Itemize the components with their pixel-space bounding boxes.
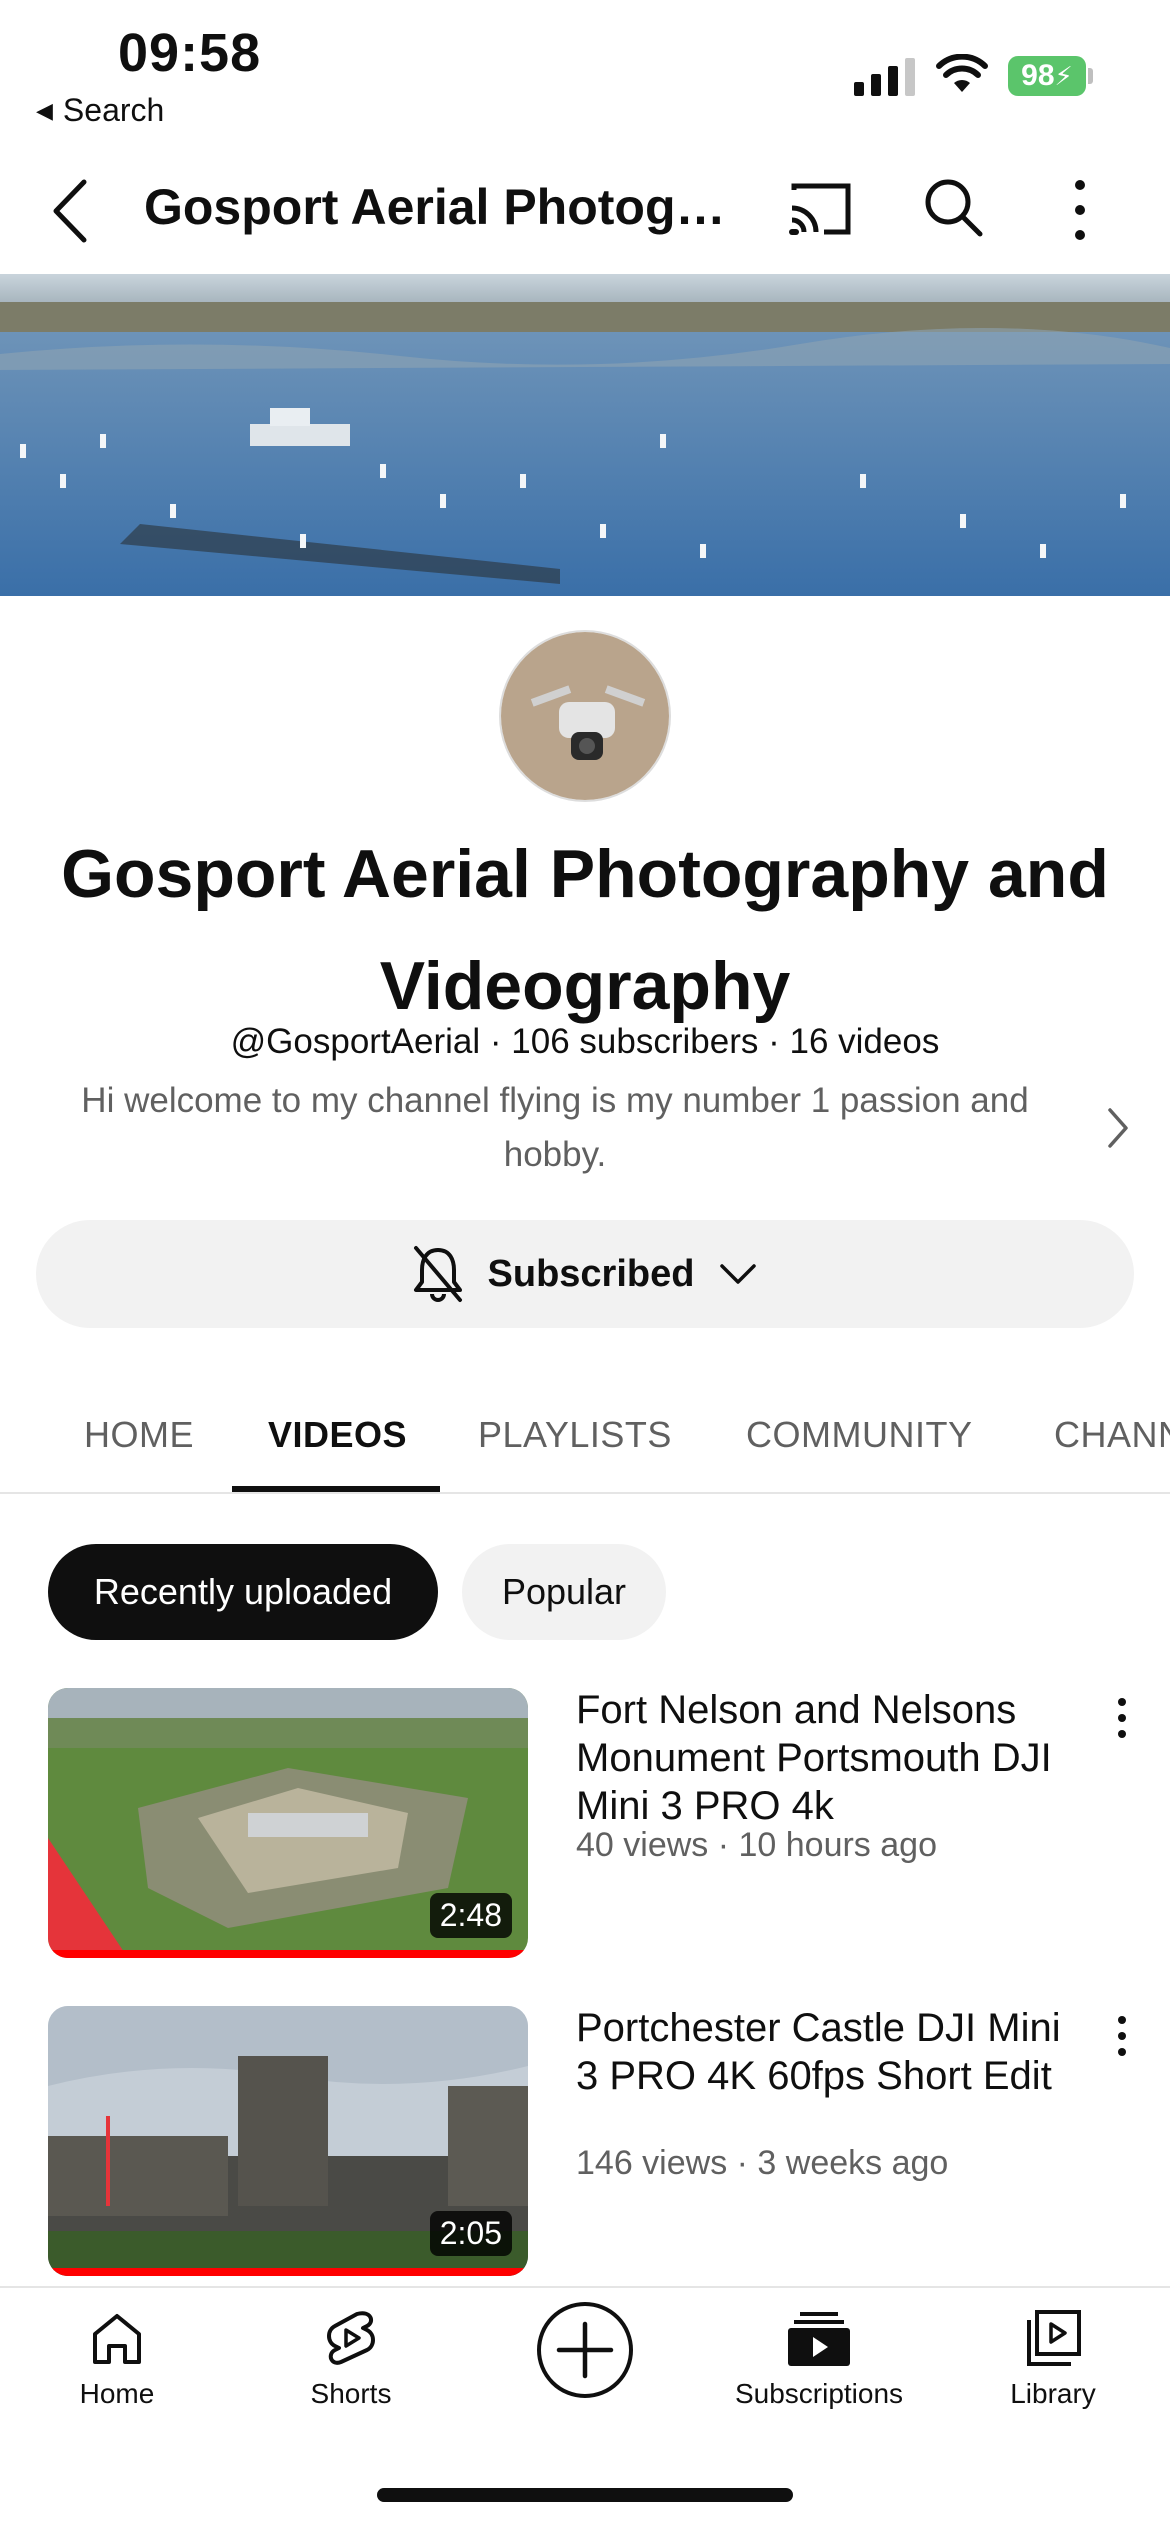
channel-avatar[interactable] <box>499 630 671 802</box>
shorts-icon <box>327 2311 375 2365</box>
video-more-options-icon[interactable] <box>1112 2016 1132 2056</box>
search-icon[interactable] <box>922 176 986 240</box>
banner-image <box>0 274 1170 596</box>
nav-home-label: Home <box>79 2378 155 2409</box>
tab-playlists[interactable]: PLAYLISTS <box>478 1414 672 1456</box>
cellular-signal-icon <box>854 56 915 96</box>
nav-create[interactable] <box>468 2300 702 2400</box>
active-tab-indicator <box>232 1486 440 1492</box>
watch-progress-bar <box>48 2268 528 2276</box>
nav-subscriptions[interactable]: Subscriptions <box>702 2308 936 2410</box>
home-indicator[interactable] <box>377 2488 793 2502</box>
channel-description[interactable]: Hi welcome to my channel flying is my nu… <box>30 1074 1080 1182</box>
tab-channels[interactable]: CHANNELS <box>1054 1414 1170 1456</box>
video-title[interactable]: Fort Nelson and Nelsons Monument Portsmo… <box>576 1686 1076 1830</box>
watch-progress-bar <box>48 1950 528 1958</box>
subscriber-count: 106 subscribers <box>511 1022 759 1061</box>
subscriptions-icon <box>788 2312 850 2366</box>
channel-banner <box>0 274 1170 596</box>
subscribed-label: Subscribed <box>487 1252 695 1295</box>
home-icon <box>93 2314 141 2364</box>
header-title: Gosport Aerial Photogra... <box>144 179 744 235</box>
video-thumbnail[interactable]: 2:05 <box>48 2006 528 2276</box>
channel-meta: @GosportAerial · 106 subscribers · 16 vi… <box>0 1022 1170 1062</box>
video-list-item[interactable]: 2:48 Fort Nelson and Nelsons Monument Po… <box>0 1688 1170 1958</box>
video-duration: 2:48 <box>429 1893 512 1938</box>
subscribed-button[interactable]: Subscribed <box>36 1220 1134 1328</box>
back-triangle-icon: ◀ <box>36 97 53 123</box>
nav-shorts-label: Shorts <box>310 2378 392 2409</box>
wifi-icon <box>936 54 988 92</box>
channel-tabs: HOME VIDEOS PLAYLISTS COMMUNITY CHANNELS <box>0 1380 1170 1494</box>
chevron-right-icon[interactable] <box>1106 1106 1130 1150</box>
nav-library-label: Library <box>1010 2378 1096 2409</box>
video-count: 16 videos <box>789 1022 940 1061</box>
library-icon <box>1027 2310 1081 2366</box>
drone-avatar-image <box>501 632 669 800</box>
tab-home[interactable]: HOME <box>84 1414 194 1456</box>
channel-name: Gosport Aerial Photography and Videograp… <box>61 836 1109 1024</box>
cast-icon[interactable] <box>788 180 854 238</box>
battery-tip <box>1088 68 1093 84</box>
nav-library[interactable]: Library <box>936 2308 1170 2410</box>
chevron-down-icon <box>720 1264 757 1284</box>
chip-popular[interactable]: Popular <box>462 1544 666 1640</box>
battery-indicator: 98 ⚡ <box>1008 56 1086 96</box>
tab-videos[interactable]: VIDEOS <box>268 1414 407 1456</box>
create-plus-icon <box>537 2302 633 2398</box>
video-meta: 146 views · 3 weeks ago <box>576 2144 949 2182</box>
charging-bolt-icon: ⚡ <box>1054 60 1073 91</box>
video-title[interactable]: Portchester Castle DJI Mini 3 PRO 4K 60f… <box>576 2004 1076 2100</box>
back-to-app-link[interactable]: ◀ Search <box>36 92 164 129</box>
nav-shorts[interactable]: Shorts <box>234 2308 468 2410</box>
chip-recently-uploaded[interactable]: Recently uploaded <box>48 1544 438 1640</box>
channel-handle: @GosportAerial <box>230 1022 481 1061</box>
nav-subscriptions-label: Subscriptions <box>734 2378 904 2409</box>
battery-level: 98 <box>1021 59 1055 92</box>
bell-off-icon <box>413 1246 462 1302</box>
video-thumbnail[interactable]: 2:48 <box>48 1688 528 1958</box>
status-bar: 09:58 ◀ Search 98 ⚡ <box>0 0 1170 140</box>
meta-separator: · <box>489 1022 512 1061</box>
clock: 09:58 <box>118 23 262 83</box>
video-more-options-icon[interactable] <box>1112 1698 1132 1738</box>
video-meta: 40 views · 10 hours ago <box>576 1826 937 1864</box>
back-arrow-icon[interactable] <box>44 176 100 246</box>
meta-separator: · <box>768 1022 790 1061</box>
channel-header: Gosport Aerial Photogra... <box>0 150 1170 270</box>
back-app-label: Search <box>62 92 165 128</box>
video-list-item[interactable]: 2:05 Portchester Castle DJI Mini 3 PRO 4… <box>0 2006 1170 2276</box>
more-options-icon[interactable] <box>1068 180 1092 240</box>
nav-home[interactable]: Home <box>0 2308 234 2410</box>
tab-community[interactable]: COMMUNITY <box>746 1414 972 1456</box>
video-duration: 2:05 <box>429 2211 512 2256</box>
